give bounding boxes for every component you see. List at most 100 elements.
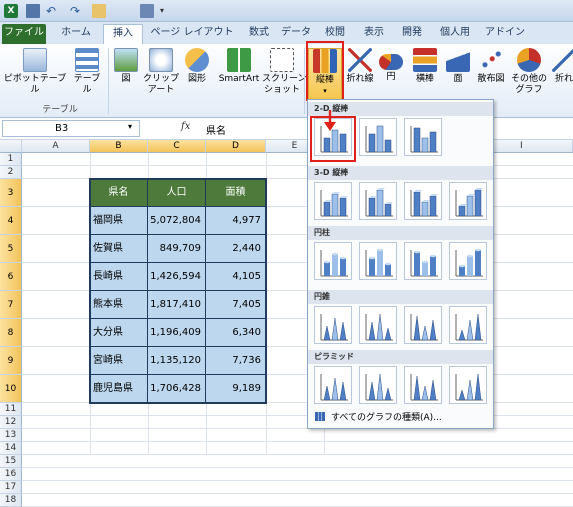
all-chart-types-link[interactable]: すべてのグラフの種類(A)... xyxy=(315,410,442,423)
sparkline-line-button[interactable]: 折れ xyxy=(552,48,573,85)
column-header-d[interactable]: D xyxy=(206,140,266,153)
pivot-table-button[interactable]: ピボットテーブル xyxy=(3,48,67,96)
shapes-button[interactable]: 図形 xyxy=(182,48,212,85)
row-header[interactable]: 1 xyxy=(0,153,22,166)
tab-insert[interactable]: 挿入 xyxy=(103,24,143,44)
column-3d-chart-type-option[interactable] xyxy=(404,182,442,220)
tab-page-layout[interactable]: ページ レイアウト xyxy=(146,24,238,44)
column-header-b[interactable]: B xyxy=(90,140,148,153)
table-cell[interactable]: 7,736 xyxy=(206,347,266,375)
pie-chart-button[interactable]: 円 xyxy=(378,48,404,83)
cone-chart-type-option[interactable] xyxy=(314,306,352,344)
table-cell[interactable]: 1,196,409 xyxy=(148,319,206,347)
tab-addins[interactable]: アドイン xyxy=(484,24,526,44)
table-cell[interactable]: 2,440 xyxy=(206,235,266,263)
tab-developer[interactable]: 開発 xyxy=(396,24,428,44)
scatter-chart-button[interactable]: 散布図 xyxy=(474,48,508,85)
row-header[interactable]: 3 xyxy=(0,179,22,207)
cylinder-chart-type-option[interactable] xyxy=(449,242,487,280)
table-cell[interactable]: 1,426,594 xyxy=(148,263,206,291)
customize-qat-icon[interactable] xyxy=(140,4,154,18)
tab-formulas[interactable]: 数式 xyxy=(242,24,276,44)
cone-chart-type-option[interactable] xyxy=(359,306,397,344)
table-cell[interactable]: 1,817,410 xyxy=(148,291,206,319)
area-chart-button[interactable]: 面 xyxy=(444,48,472,85)
table-cell[interactable]: 宮崎県 xyxy=(90,347,148,375)
name-box-dropdown-icon[interactable]: ▾ xyxy=(128,122,132,131)
table-cell[interactable]: 福岡県 xyxy=(90,207,148,235)
select-all-corner[interactable] xyxy=(0,140,22,153)
row-header[interactable]: 8 xyxy=(0,319,22,347)
pyramid-chart-type-option[interactable] xyxy=(449,366,487,404)
other-charts-button[interactable]: その他の グラフ xyxy=(510,48,548,96)
row-header[interactable]: 12 xyxy=(0,416,22,429)
table-cell[interactable]: 849,709 xyxy=(148,235,206,263)
pyramid-chart-type-option[interactable] xyxy=(314,366,352,404)
table-cell[interactable]: 大分県 xyxy=(90,319,148,347)
table-cell[interactable]: 9,189 xyxy=(206,375,266,403)
column-3d-chart-type-option[interactable] xyxy=(449,182,487,220)
column-chart-type-option[interactable] xyxy=(404,118,442,156)
tab-view[interactable]: 表示 xyxy=(358,24,390,44)
row-header[interactable]: 2 xyxy=(0,166,22,179)
clip-art-button[interactable]: クリップ アート xyxy=(142,48,180,96)
undo-icon[interactable]: ↶ xyxy=(46,4,60,18)
table-cell[interactable]: 4,977 xyxy=(206,207,266,235)
table-cell[interactable]: 1,135,120 xyxy=(148,347,206,375)
table-cell[interactable]: 6,340 xyxy=(206,319,266,347)
pyramid-chart-type-option[interactable] xyxy=(404,366,442,404)
row-header[interactable]: 14 xyxy=(0,442,22,455)
row-header[interactable]: 11 xyxy=(0,403,22,416)
table-cell[interactable]: 5,072,804 xyxy=(148,207,206,235)
tab-home[interactable]: ホーム xyxy=(56,24,96,44)
formula-input[interactable]: 県名 xyxy=(206,122,226,137)
save-icon[interactable] xyxy=(26,4,40,18)
table-cell[interactable]: 7,405 xyxy=(206,291,266,319)
smartart-button[interactable]: SmartArt xyxy=(216,48,262,85)
table-header-cell[interactable]: 県名 xyxy=(90,179,148,207)
column-chart-type-option[interactable] xyxy=(359,118,397,156)
cylinder-chart-type-option[interactable] xyxy=(404,242,442,280)
tab-personal[interactable]: 個人用 xyxy=(434,24,476,44)
dropdown-icon[interactable]: ▾ xyxy=(160,4,174,18)
screenshot-button[interactable]: スクリーン ショット xyxy=(262,48,307,96)
table-cell[interactable]: 長崎県 xyxy=(90,263,148,291)
table-cell[interactable]: 1,706,428 xyxy=(148,375,206,403)
row-header[interactable]: 4 xyxy=(0,207,22,235)
column-3d-chart-type-option[interactable] xyxy=(359,182,397,220)
table-header-cell[interactable]: 面積 xyxy=(206,179,266,207)
picture-button[interactable]: 図 xyxy=(112,48,140,85)
row-header[interactable]: 16 xyxy=(0,468,22,481)
line-chart-button[interactable]: 折れ線 xyxy=(344,48,376,85)
row-header[interactable]: 15 xyxy=(0,455,22,468)
row-header[interactable]: 7 xyxy=(0,291,22,319)
table-button[interactable]: テーブル xyxy=(70,48,104,96)
pyramid-chart-type-option[interactable] xyxy=(359,366,397,404)
row-header[interactable]: 18 xyxy=(0,494,22,507)
row-header[interactable]: 13 xyxy=(0,429,22,442)
row-header[interactable]: 10 xyxy=(0,375,22,403)
column-3d-chart-type-option[interactable] xyxy=(314,182,352,220)
bar-chart-button[interactable]: 横棒 xyxy=(408,48,442,85)
table-cell[interactable]: 鹿児島県 xyxy=(90,375,148,403)
table-cell[interactable]: 4,105 xyxy=(206,263,266,291)
row-header[interactable]: 9 xyxy=(0,347,22,375)
table-cell[interactable]: 熊本県 xyxy=(90,291,148,319)
insert-function-button[interactable]: fx xyxy=(181,121,190,132)
open-icon[interactable] xyxy=(92,4,106,18)
row-header[interactable]: 5 xyxy=(0,235,22,263)
table-cell[interactable]: 佐賀県 xyxy=(90,235,148,263)
cone-chart-type-option[interactable] xyxy=(404,306,442,344)
cylinder-chart-type-option[interactable] xyxy=(314,242,352,280)
table-header-cell[interactable]: 人口 xyxy=(148,179,206,207)
row-header[interactable]: 6 xyxy=(0,263,22,291)
redo-icon[interactable]: ↷ xyxy=(70,4,84,18)
cone-chart-type-option[interactable] xyxy=(449,306,487,344)
column-header-i[interactable]: I xyxy=(494,140,573,153)
cylinder-chart-type-option[interactable] xyxy=(359,242,397,280)
row-header[interactable]: 17 xyxy=(0,481,22,494)
column-header-c[interactable]: C xyxy=(148,140,206,153)
column-header-a[interactable]: A xyxy=(22,140,90,153)
name-box[interactable]: B3 xyxy=(2,120,140,137)
tab-file[interactable]: ファイル xyxy=(2,24,46,44)
